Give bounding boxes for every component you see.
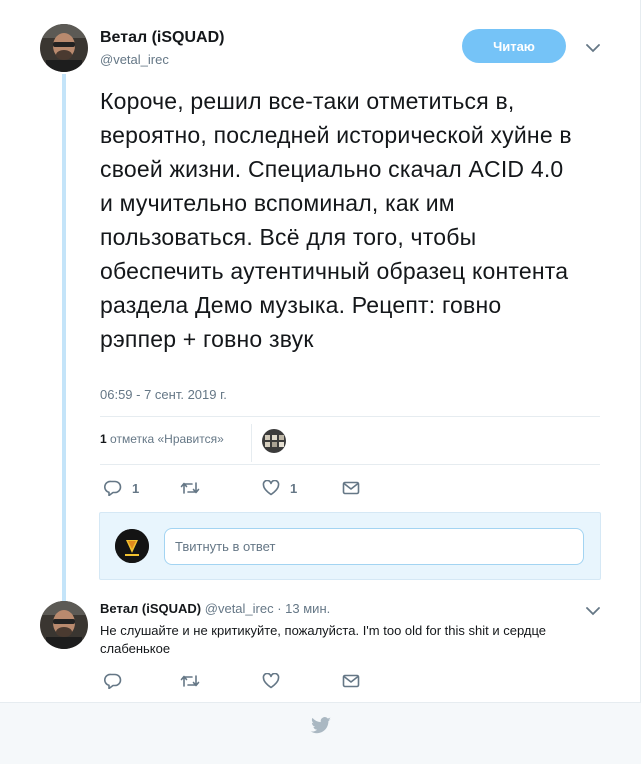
likes-label: отметка «Нравится» bbox=[110, 432, 224, 446]
reply-action[interactable]: 1 bbox=[104, 480, 139, 496]
dm-action[interactable] bbox=[342, 674, 360, 688]
divider bbox=[251, 424, 252, 462]
chevron-down-icon[interactable] bbox=[586, 606, 600, 616]
liker-avatar[interactable] bbox=[262, 429, 286, 453]
twitter-bird-icon bbox=[310, 717, 331, 734]
reply-author-avatar[interactable] bbox=[40, 601, 88, 649]
reply-input[interactable]: Твитнуть в ответ bbox=[164, 528, 584, 565]
current-user-avatar[interactable] bbox=[115, 529, 149, 563]
reply-author-handle[interactable]: @vetal_irec bbox=[205, 601, 274, 616]
author-name[interactable]: Ветал (iSQUAD) bbox=[100, 29, 224, 47]
reply-text: Не слушайте и не критикуйте, пожалуйста.… bbox=[100, 623, 546, 656]
message-icon bbox=[342, 674, 360, 688]
reply-time[interactable]: · 13 мин. bbox=[277, 601, 330, 616]
avatar[interactable] bbox=[40, 24, 88, 72]
reply-action[interactable] bbox=[104, 673, 122, 689]
tweet-timestamp[interactable]: 06:59 - 7 сент. 2019 г. bbox=[100, 387, 227, 402]
divider bbox=[100, 464, 600, 465]
like-action[interactable] bbox=[262, 673, 280, 689]
tweet-text: Короче, решил все-таки отметиться в, вер… bbox=[100, 88, 572, 352]
like-action[interactable]: 1 bbox=[262, 480, 297, 496]
thread-line bbox=[62, 74, 66, 601]
author-handle[interactable]: @vetal_irec bbox=[100, 52, 169, 67]
heart-icon bbox=[262, 480, 280, 496]
dm-action[interactable] bbox=[342, 481, 360, 495]
like-count: 1 bbox=[290, 480, 298, 496]
retweet-action[interactable] bbox=[180, 673, 200, 689]
reply-count: 1 bbox=[132, 480, 140, 496]
retweet-icon bbox=[180, 482, 200, 494]
reply-header: Ветал (iSQUAD) @vetal_irec · 13 мин. bbox=[100, 601, 330, 616]
likes-summary[interactable]: 1 отметка «Нравится» bbox=[100, 432, 224, 446]
retweet-icon bbox=[180, 675, 200, 687]
retweet-action[interactable] bbox=[180, 480, 210, 496]
chevron-down-icon[interactable] bbox=[586, 43, 600, 53]
reply-icon bbox=[104, 673, 122, 689]
reply-icon bbox=[104, 480, 122, 496]
following-button[interactable]: Читаю bbox=[462, 29, 566, 63]
tweet-modal: Ветал (iSQUAD) @vetal_irec Читаю Короче,… bbox=[0, 0, 641, 764]
divider bbox=[100, 416, 600, 417]
reply-author-name[interactable]: Ветал (iSQUAD) bbox=[100, 601, 201, 616]
message-icon bbox=[342, 481, 360, 495]
heart-icon bbox=[262, 673, 280, 689]
likes-count: 1 bbox=[100, 432, 107, 446]
